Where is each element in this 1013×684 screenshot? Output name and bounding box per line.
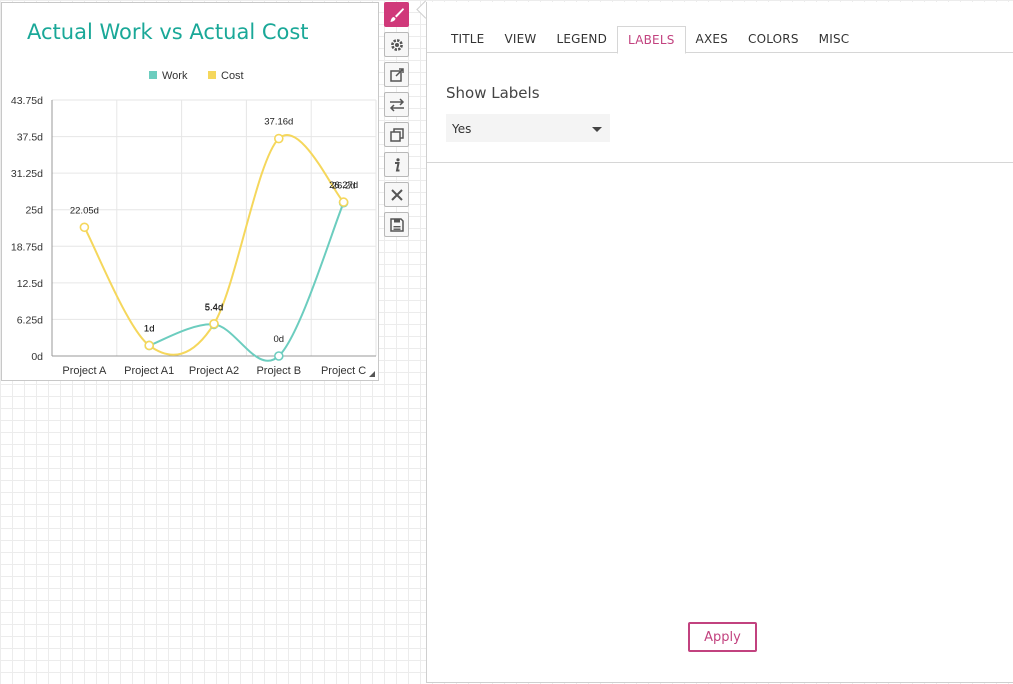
- data-label: 22.05d: [70, 205, 99, 216]
- close-icon: [390, 188, 403, 201]
- show-labels-label: Show Labels: [446, 84, 540, 102]
- data-point: [209, 319, 219, 329]
- chart-card[interactable]: Actual Work vs Actual Cost 0d 6.25d 12.5d 1…: [1, 2, 379, 381]
- legend-label: Cost: [221, 70, 244, 82]
- swap-button[interactable]: [384, 92, 409, 117]
- tab-title[interactable]: TITLE: [441, 26, 494, 53]
- data-label: 5.4d: [205, 302, 224, 313]
- data-point: [273, 133, 284, 144]
- y-tick-label: 6.25d: [17, 314, 43, 326]
- x-tick-label: Project A2: [189, 365, 239, 377]
- legend-label: Work: [162, 70, 188, 82]
- y-tick-label: 0d: [31, 351, 43, 363]
- gear-icon: [390, 38, 403, 51]
- resize-handle[interactable]: [369, 371, 375, 377]
- data-label: 26.27d: [329, 180, 358, 191]
- show-labels-select[interactable]: Yes: [446, 114, 610, 142]
- x-tick-label: Project A: [62, 365, 107, 377]
- x-tick-label: Project A1: [124, 365, 174, 377]
- chart-settings-panel: TITLE VIEW LEGEND LABELS AXES COLORS MIS…: [426, 2, 1013, 683]
- data-point: [79, 222, 90, 233]
- legend-swatch: [208, 71, 216, 79]
- save-button[interactable]: [384, 212, 409, 237]
- data-point: [338, 197, 349, 207]
- y-tick-label: 25d: [25, 205, 43, 217]
- settings-button[interactable]: [384, 32, 409, 57]
- duplicate-icon: [389, 127, 404, 142]
- open-external-button[interactable]: [384, 62, 409, 87]
- tab-axes[interactable]: AXES: [686, 26, 738, 53]
- data-point: [144, 340, 154, 351]
- y-tick-label: 12.5d: [17, 278, 43, 290]
- data-label: 0d: [274, 334, 285, 345]
- panel-divider: [427, 162, 1013, 163]
- tab-misc[interactable]: MISC: [809, 26, 860, 53]
- external-link-icon: [389, 67, 404, 82]
- chart-toolbar: [384, 2, 411, 242]
- data-point: [273, 351, 284, 361]
- info-button[interactable]: [384, 152, 409, 177]
- y-tick-label: 43.75d: [11, 95, 43, 107]
- save-icon: [389, 217, 404, 232]
- tab-view[interactable]: VIEW: [494, 26, 546, 53]
- settings-tabs: TITLE VIEW LEGEND LABELS AXES COLORS MIS…: [427, 26, 1013, 54]
- info-icon: [394, 157, 400, 171]
- line-chart: 0d 6.25d 12.5d 18.75d 25d 31.25d 37.5d 43.75d Pr…: [11, 70, 377, 377]
- apply-button[interactable]: Apply: [688, 622, 757, 652]
- tab-labels[interactable]: LABELS: [617, 26, 686, 54]
- show-labels-value: Yes: [452, 122, 472, 136]
- swap-arrows-icon: [389, 97, 404, 112]
- data-label: 37.16d: [264, 117, 293, 128]
- x-tick-label: Project B: [256, 365, 301, 377]
- data-label: 1d: [144, 323, 155, 334]
- remove-button[interactable]: [384, 182, 409, 207]
- duplicate-button[interactable]: [384, 122, 409, 147]
- y-tick-label: 18.75d: [11, 241, 43, 253]
- brush-icon: [390, 7, 404, 22]
- x-tick-label: Project C: [321, 365, 366, 377]
- y-tick-label: 37.5d: [17, 132, 43, 144]
- tab-colors[interactable]: COLORS: [738, 26, 809, 53]
- y-tick-label: 31.25d: [11, 168, 43, 180]
- style-button[interactable]: [384, 2, 409, 27]
- caret-down-icon: [592, 127, 602, 132]
- legend-swatch: [149, 71, 157, 79]
- tab-legend[interactable]: LEGEND: [546, 26, 617, 53]
